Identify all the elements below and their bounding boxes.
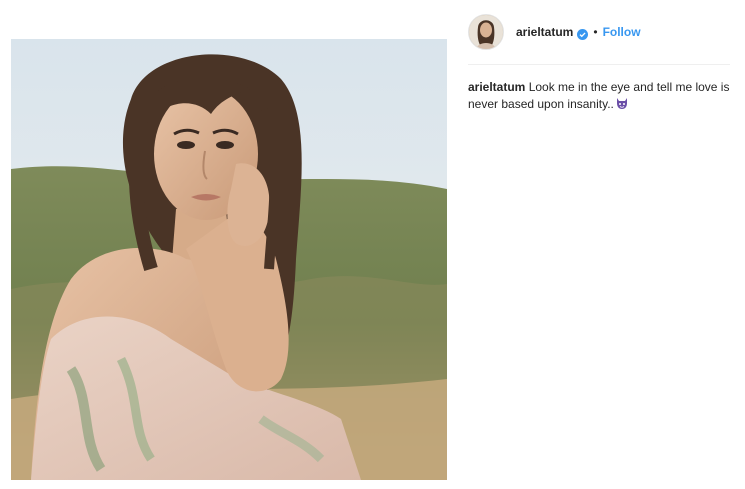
username-link[interactable]: arieltatum (516, 25, 573, 39)
portrait-photo-illustration (11, 39, 447, 480)
instagram-post-embed: arieltatum • Follow arieltatum Look me i… (0, 0, 745, 489)
avatar-photo-icon (469, 15, 503, 49)
caption-username-link[interactable]: arieltatum (468, 80, 525, 94)
purple-devil-emoji-icon (615, 97, 629, 115)
separator-dot: • (593, 25, 598, 39)
post-side-panel: arieltatum • Follow arieltatum Look me i… (468, 10, 730, 115)
post-header: arieltatum • Follow (468, 10, 730, 65)
verified-badge-icon (577, 27, 589, 40)
post-photo[interactable] (11, 39, 447, 480)
post-caption: arieltatum Look me in the eye and tell m… (468, 79, 730, 115)
avatar[interactable] (468, 14, 504, 50)
follow-button[interactable]: Follow (603, 25, 641, 39)
